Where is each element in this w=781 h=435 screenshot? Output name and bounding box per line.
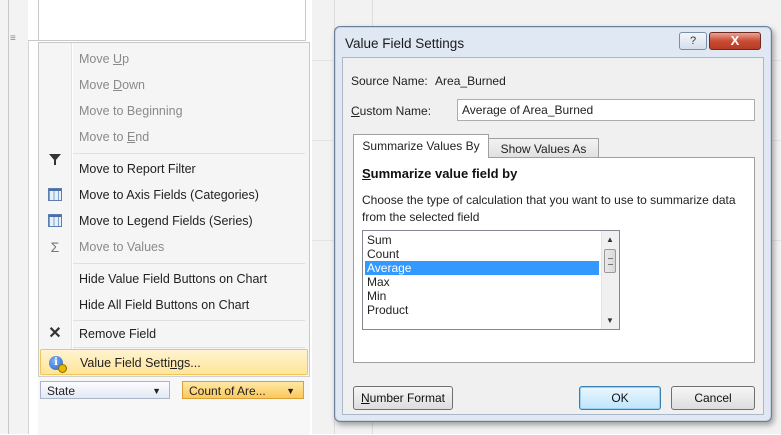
- custom-name-input[interactable]: Average of Area_Burned: [457, 99, 755, 121]
- help-button[interactable]: ?: [679, 32, 707, 50]
- close-icon: X: [730, 33, 740, 48]
- filter-funnel-icon: [47, 154, 63, 177]
- legend-fields-grid-icon: [47, 213, 63, 229]
- remove-x-icon: ✕: [48, 325, 62, 342]
- dialog-body: Source Name: Area_Burned Custom Name: Av…: [342, 57, 764, 415]
- list-item[interactable]: Min: [365, 289, 599, 303]
- menu-item-label: Move Up: [79, 52, 130, 66]
- menu-item-label: Remove Field: [79, 327, 157, 341]
- menu-item-move-up[interactable]: Move Up: [39, 46, 307, 72]
- scroll-down-arrow-icon[interactable]: ▼: [606, 316, 614, 325]
- sheet-gutter: ≡: [0, 0, 29, 434]
- menu-separator: [73, 153, 305, 154]
- menu-item-move-down[interactable]: Move Down: [39, 72, 307, 98]
- context-menu: Move Up Move Down Move to Beginning Move…: [38, 42, 310, 378]
- menu-item-label: Hide All Field Buttons on Chart: [79, 298, 250, 312]
- list-item[interactable]: Product: [365, 303, 599, 317]
- panel-heading: Summarize value field by: [362, 166, 518, 181]
- menu-item-label: Move Down: [79, 78, 146, 92]
- summarize-function-list[interactable]: Sum Count Average Max Min Product ▲ ▼: [362, 230, 620, 330]
- menu-item-label: Move to End: [79, 130, 150, 144]
- panel-description: Choose the type of calculation that you …: [362, 193, 736, 224]
- menu-separator: [73, 263, 305, 264]
- menu-item-move-to-values[interactable]: Σ Move to Values: [39, 234, 307, 260]
- pivot-field-buttons-strip: State ▼ Count of Are... ▼: [38, 376, 310, 435]
- dialog-title: Value Field Settings: [345, 36, 465, 51]
- menu-item-remove-field[interactable]: ✕ Remove Field: [39, 321, 307, 347]
- menu-item-hide-value-field-buttons[interactable]: Hide Value Field Buttons on Chart: [39, 266, 307, 292]
- scroll-thumb[interactable]: [604, 249, 616, 273]
- menu-item-move-to-legend-fields[interactable]: Move to Legend Fields (Series): [39, 208, 307, 234]
- count-field-button[interactable]: Count of Are... ▼: [182, 381, 304, 399]
- value-field-settings-icon: [48, 355, 67, 373]
- chart-area-top: [28, 0, 306, 41]
- scroll-up-arrow-icon[interactable]: ▲: [606, 235, 614, 244]
- state-field-button[interactable]: State ▼: [40, 381, 170, 399]
- tab-summarize-values-by[interactable]: Summarize Values By: [353, 134, 489, 158]
- dropdown-arrow-icon[interactable]: ▼: [286, 382, 295, 400]
- grip-icon[interactable]: ≡: [10, 34, 16, 44]
- field-button-label: State: [47, 384, 76, 398]
- source-name-row: Source Name: Area_Burned: [351, 74, 506, 88]
- excel-workspace: ≡ Move Up Move Down Move to Beginning Mo…: [0, 0, 312, 435]
- menu-item-label: Move to Beginning: [79, 104, 183, 118]
- menu-item-label: Move to Values: [79, 240, 165, 254]
- sigma-icon: Σ: [50, 239, 60, 255]
- value-field-settings-dialog: Value Field Settings ? X Source Name: Ar…: [334, 26, 772, 422]
- menu-item-label: Hide Value Field Buttons on Chart: [79, 272, 268, 286]
- gutter-divider: [8, 0, 9, 434]
- menu-item-hide-all-field-buttons[interactable]: Hide All Field Buttons on Chart: [39, 292, 307, 318]
- menu-item-move-to-end[interactable]: Move to End: [39, 124, 307, 150]
- menu-item-move-to-beginning[interactable]: Move to Beginning: [39, 98, 307, 124]
- menu-item-move-to-axis-fields[interactable]: Move to Axis Fields (Categories): [39, 182, 307, 208]
- tab-show-values-as[interactable]: Show Values As: [489, 138, 599, 158]
- menu-separator: [73, 347, 305, 348]
- menu-item-label: Value Field Settings...: [80, 356, 201, 370]
- menu-item-value-field-settings[interactable]: Value Field Settings...: [40, 349, 308, 375]
- menu-item-move-to-report-filter[interactable]: Move to Report Filter: [39, 154, 307, 182]
- axis-fields-grid-icon: [47, 187, 63, 203]
- list-scrollbar[interactable]: ▲ ▼: [601, 231, 619, 329]
- list-item[interactable]: Count: [365, 247, 599, 261]
- cancel-button[interactable]: Cancel: [671, 386, 755, 410]
- chart-gridline: [38, 0, 39, 40]
- list-item[interactable]: Max: [365, 275, 599, 289]
- summarize-panel: Summarize value field by Choose the type…: [353, 157, 755, 363]
- source-name-value: Area_Burned: [435, 74, 506, 88]
- source-name-label: Source Name:: [351, 74, 428, 88]
- field-button-label: Count of Are...: [189, 384, 266, 398]
- ok-button[interactable]: OK: [579, 386, 661, 410]
- close-button[interactable]: X: [709, 32, 761, 50]
- list-item[interactable]: Sum: [365, 233, 599, 247]
- menu-item-label: Move to Legend Fields (Series): [79, 214, 253, 228]
- dropdown-arrow-icon[interactable]: ▼: [152, 382, 161, 400]
- custom-name-label: Custom Name:: [351, 104, 432, 118]
- help-icon: ?: [689, 35, 697, 47]
- list-item-selected[interactable]: Average: [365, 261, 599, 275]
- number-format-button[interactable]: Number Format: [353, 386, 453, 410]
- menu-item-label: Move to Report Filter: [79, 162, 196, 176]
- menu-item-label: Move to Axis Fields (Categories): [79, 188, 259, 202]
